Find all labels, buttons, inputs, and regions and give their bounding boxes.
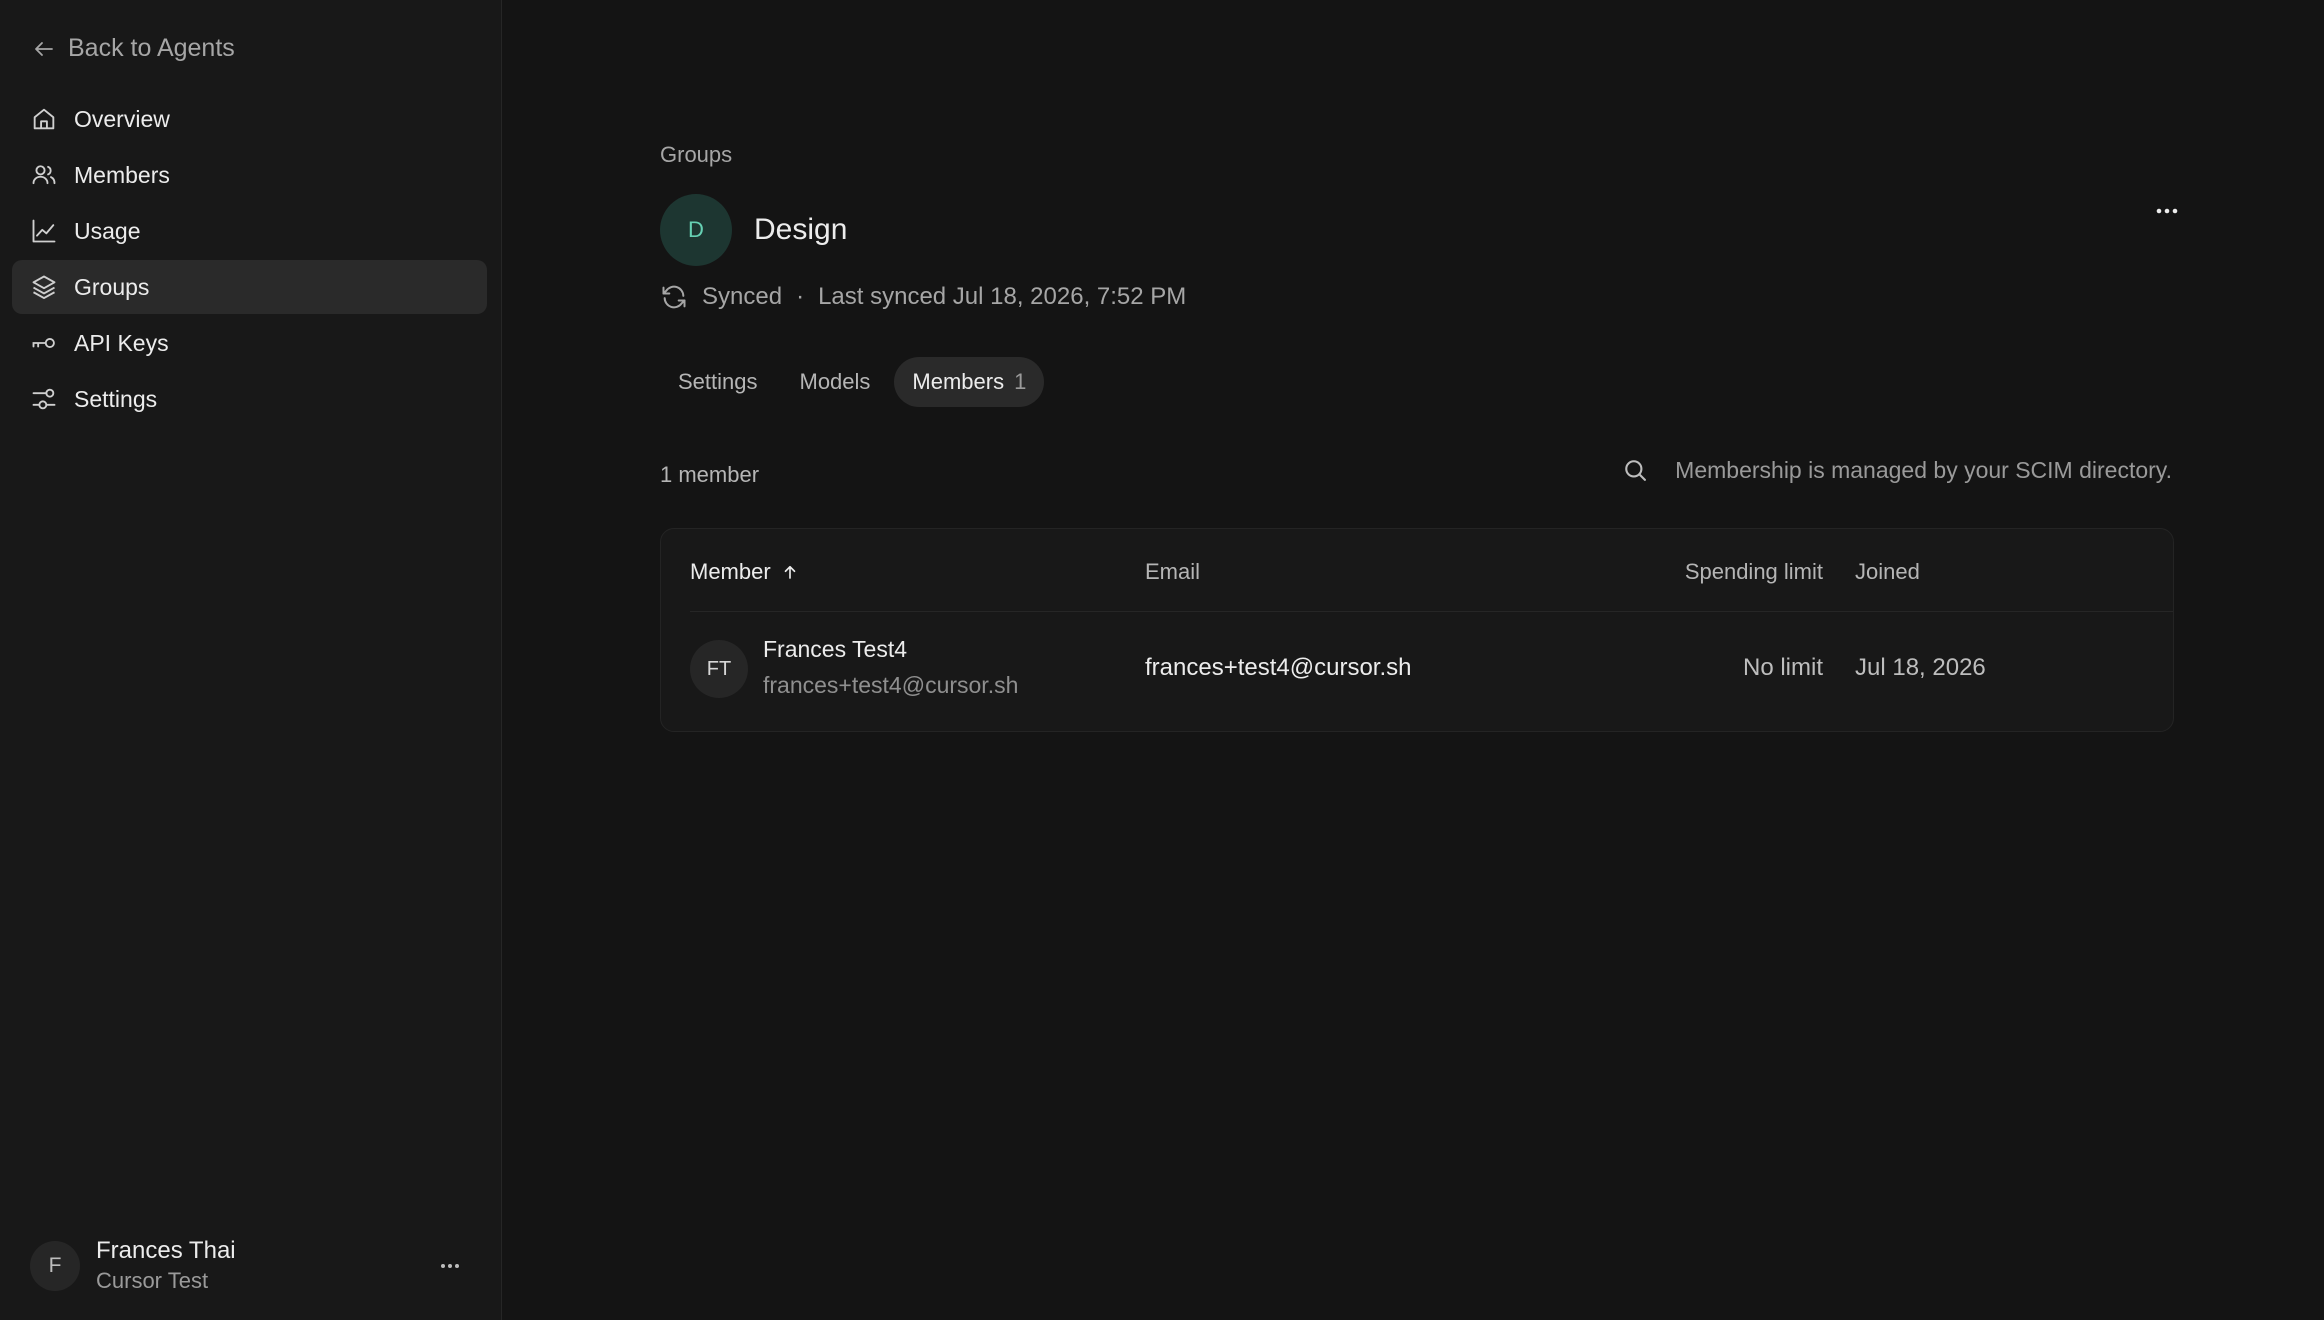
sync-status-label: Synced (702, 283, 783, 310)
column-header-email[interactable]: Email (1145, 559, 1200, 585)
key-icon (32, 337, 55, 349)
group-more-button[interactable] (2142, 196, 2192, 226)
sidebar-item-label: API Keys (74, 329, 169, 356)
refresh-icon (662, 285, 686, 309)
arrow-left-icon (35, 41, 53, 56)
group-avatar: D (660, 194, 732, 266)
tab-models[interactable]: Models (782, 357, 889, 407)
user-menu-button[interactable] (430, 1246, 470, 1286)
sidebar-item-label: Usage (74, 217, 141, 244)
sidebar-item-label: Members (74, 161, 170, 188)
sidebar-nav: Overview Members Usage Groups API Keys S… (12, 92, 487, 428)
more-horizontal-icon (441, 1264, 459, 1268)
sidebar-item-members[interactable]: Members (12, 148, 487, 202)
table-header: Member Email Spending limit Joined (661, 529, 2173, 611)
user-name: Frances Thai (96, 1237, 236, 1264)
group-header: D Design (660, 194, 847, 266)
app-window: Back to Agents Overview Members Usage Gr… (0, 0, 2324, 1320)
member-joined-date: Jul 18, 2026 (1855, 654, 1986, 681)
member-email: frances+test4@cursor.sh (1145, 654, 1412, 681)
home-icon (33, 108, 55, 130)
breadcrumb[interactable]: Groups (660, 142, 732, 168)
tab-count-badge: 1 (1014, 369, 1027, 394)
sidebar-item-label: Groups (74, 273, 150, 300)
sync-separator: · (796, 283, 805, 310)
sliders-icon (32, 388, 56, 410)
member-count: 1 member (660, 462, 760, 487)
sidebar-item-groups[interactable]: Groups (12, 260, 487, 314)
tab-label: Members (912, 369, 1005, 394)
sidebar-item-label: Overview (74, 105, 170, 132)
sidebar-item-api-keys[interactable]: API Keys (12, 316, 487, 370)
member-spending-limit: No limit (1742, 654, 1823, 681)
last-synced-text: Last synced Jul 18, 2026, 7:52 PM (818, 283, 1187, 310)
scim-note: Membership is managed by your SCIM direc… (1675, 456, 2172, 483)
users-icon (32, 165, 56, 185)
member-name: Frances Test4 (763, 636, 908, 662)
group-tabs: Settings Models Members 1 (660, 357, 1045, 407)
tab-settings[interactable]: Settings (660, 357, 776, 407)
avatar: FT (690, 640, 748, 698)
column-label: Member (690, 559, 771, 584)
avatar: F (30, 1241, 80, 1291)
main-content: Groups D Design Synced · Last synced Jul… (502, 0, 2324, 1320)
tab-members[interactable]: Members 1 (894, 357, 1045, 407)
member-search: Membership is managed by your SCIM direc… (1621, 456, 2172, 484)
sync-status: Synced · Last synced Jul 18, 2026, 7:52 … (660, 283, 1186, 311)
column-header-spending-limit[interactable]: Spending limit (1685, 559, 1823, 585)
sidebar-item-label: Settings (74, 385, 158, 412)
page-title: Design (754, 213, 848, 246)
user-account[interactable]: F Frances Thai Cursor Test (30, 1236, 470, 1296)
more-horizontal-icon (2156, 208, 2178, 214)
column-header-joined[interactable]: Joined (1855, 559, 1920, 585)
sidebar-item-settings[interactable]: Settings (12, 372, 487, 426)
user-info: Frances Thai Cursor Test (96, 1236, 414, 1296)
column-header-member[interactable]: Member (690, 559, 799, 585)
sidebar-item-overview[interactable]: Overview (12, 92, 487, 146)
sidebar-item-usage[interactable]: Usage (12, 204, 487, 258)
member-sub-email: frances+test4@cursor.sh (763, 672, 1019, 698)
search-icon[interactable] (1621, 456, 1649, 484)
back-to-agents-link[interactable]: Back to Agents (32, 34, 235, 63)
members-table: Member Email Spending limit Joined FT Fr… (660, 528, 2174, 732)
back-label: Back to Agents (68, 34, 235, 62)
tab-label: Models (799, 369, 871, 394)
arrow-up-icon (784, 565, 796, 579)
tab-label: Settings (678, 369, 758, 394)
sidebar: Back to Agents Overview Members Usage Gr… (0, 0, 502, 1320)
user-org: Cursor Test (96, 1268, 209, 1293)
chart-icon (32, 219, 56, 243)
table-row[interactable]: FT Frances Test4 frances+test4@cursor.sh… (661, 612, 2173, 732)
layers-icon (32, 275, 56, 300)
